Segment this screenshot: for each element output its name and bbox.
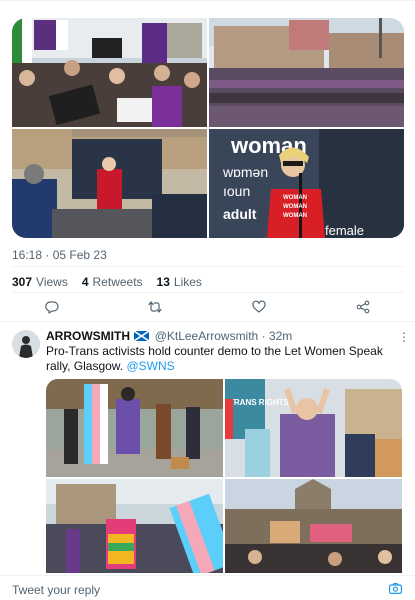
retweet-button[interactable] [148,300,162,314]
reply-photo-3[interactable] [46,479,223,573]
avatar[interactable] [12,330,40,358]
reply-photo-1[interactable] [46,379,223,477]
tweet-photo-2[interactable] [209,18,404,127]
reply-button[interactable] [45,300,59,314]
share-button[interactable] [356,300,370,314]
like-button[interactable] [252,300,266,314]
author-name[interactable]: ARROWSMITH [46,329,130,343]
views-stat[interactable]: 307 Views [12,275,68,289]
shirt-text-1: WOMAN [283,195,307,201]
reply-text: Pro-Trans activists hold counter demo to… [46,344,401,374]
views-label: Views [36,275,68,289]
shirt-text-2: WOMAN [283,204,307,210]
share-icon [356,300,370,314]
scotland-flag-icon [134,331,150,341]
more-options-icon[interactable]: ⋮ [398,330,410,344]
top-divider [0,0,415,1]
reply-photo-4[interactable] [225,479,402,573]
retweets-label: Retweets [92,275,143,289]
reply-header: ARROWSMITH @KtLeeArrowsmith · 32m [46,329,292,343]
divider [12,292,404,293]
retweet-icon [148,301,162,313]
mention-link[interactable]: @SWNS [126,359,174,373]
placard-female: female [325,223,364,238]
camera-icon[interactable] [389,583,402,594]
timestamp-separator: · [45,248,53,262]
reply-body-text: Pro-Trans activists hold counter demo to… [46,344,383,373]
placard-adult: adult [223,206,257,222]
reply-photo-2[interactable]: TRANS RIGHTS [225,379,402,477]
reply-media-grid: TRANS RIGHTS [46,379,402,573]
divider [0,321,415,322]
reply-time[interactable]: 32m [269,329,292,343]
retweets-count: 4 [81,275,89,289]
tweet-time: 16:18 [12,248,43,262]
placard-noun: ıoun [223,183,250,199]
tweet-photo-3[interactable] [12,129,207,238]
likes-count: 13 [156,275,170,289]
reply-icon [45,301,59,314]
tweet-stats: 307 Views 4 Retweets 13 Likes [12,275,202,289]
divider [12,266,404,267]
tweet-timestamp[interactable]: 16:18 · 05 Feb 23 [12,248,107,262]
sign-trans-rights: TRANS RIGHTS [229,398,290,407]
tweet-date: 05 Feb 23 [52,248,107,262]
tweet-photo-1[interactable] [12,18,207,127]
heart-icon [252,300,266,313]
tweet-action-bar [12,300,404,314]
retweets-stat[interactable]: 4 Retweets [82,275,143,289]
tweet-photo-4[interactable]: woman wɒmən ıoun adult female WOMAN WOMA… [209,129,404,238]
views-count: 307 [12,275,33,289]
likes-label: Likes [173,275,202,289]
header-separator: · [261,329,266,343]
tweet-media-grid: woman wɒmən ıoun adult female WOMAN WOMA… [12,18,404,238]
author-handle[interactable]: @KtLeeArrowsmith [155,329,259,343]
placard-phonetic: wɒmən [222,164,268,180]
shirt-text-3: WOMAN [283,213,307,219]
likes-stat[interactable]: 13 Likes [157,275,202,289]
reply-input[interactable]: Tweet your reply [12,583,100,597]
